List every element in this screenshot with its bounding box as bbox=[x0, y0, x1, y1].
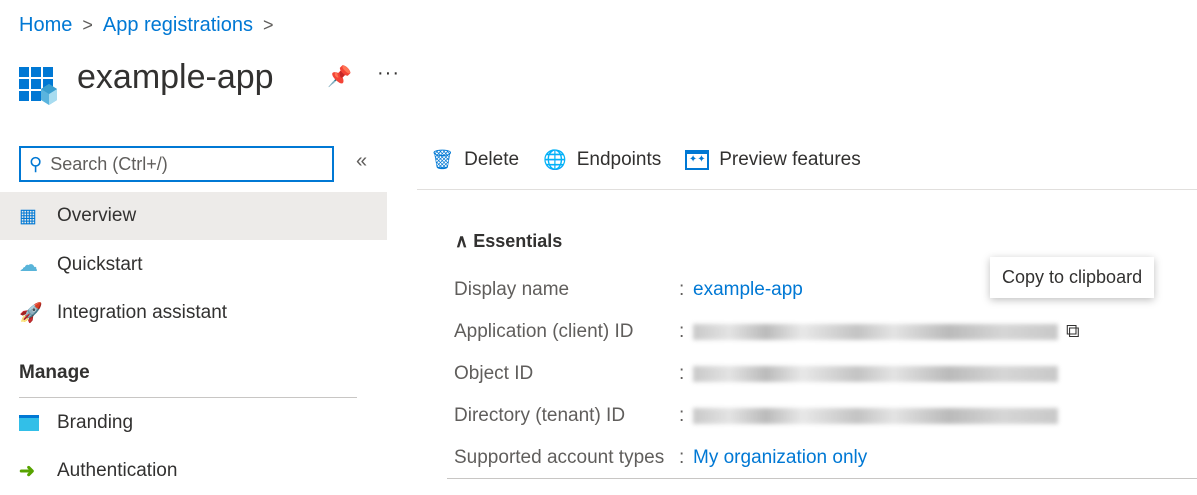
cloud-lightning-icon: ☁ bbox=[19, 254, 38, 276]
essentials-toggle[interactable]: ∧ Essentials bbox=[455, 231, 562, 252]
app-registration-icon bbox=[19, 67, 57, 105]
search-icon: ⚲ bbox=[29, 153, 43, 174]
sidebar-item-integration-assistant[interactable]: 🚀 Integration assistant bbox=[0, 289, 387, 337]
collapse-sidebar-icon[interactable]: « bbox=[356, 150, 367, 173]
search-input[interactable]: ⚲ Search (Ctrl+/) bbox=[19, 146, 334, 182]
chevron-right-icon: > bbox=[82, 15, 93, 35]
trash-icon: 🗑 bbox=[430, 150, 455, 171]
copy-icon[interactable]: ⧉ bbox=[1066, 321, 1080, 343]
pin-icon[interactable]: 📌 bbox=[327, 64, 352, 89]
toolbar: 🗑 Delete 🌐 Endpoints ✦✦ Preview features bbox=[430, 148, 861, 172]
www-icon bbox=[19, 415, 57, 431]
divider bbox=[447, 478, 1197, 479]
redacted-value bbox=[693, 366, 1058, 382]
manage-heading: Manage bbox=[19, 362, 90, 383]
object-id-row: Object ID: bbox=[454, 359, 1058, 389]
display-name-row: Display name: example-app bbox=[454, 279, 803, 301]
breadcrumb-home[interactable]: Home bbox=[19, 14, 72, 37]
sidebar-item-authentication[interactable]: ➜ Authentication bbox=[0, 447, 387, 495]
breadcrumb-app-registrations[interactable]: App registrations bbox=[103, 14, 253, 37]
sidebar-item-overview[interactable]: ▦ Overview bbox=[0, 192, 387, 240]
page-title: example-app bbox=[77, 58, 274, 96]
more-options-icon[interactable]: ··· bbox=[377, 62, 400, 85]
tenant-id-row: Directory (tenant) ID: bbox=[454, 401, 1058, 431]
sign-in-icon: ➜ bbox=[19, 460, 35, 482]
chevron-right-icon: > bbox=[262, 15, 274, 35]
display-name-link[interactable]: example-app bbox=[693, 279, 803, 301]
preview-icon: ✦✦ bbox=[685, 150, 710, 170]
redacted-value bbox=[693, 324, 1058, 340]
client-id-row: Application (client) ID: ⧉ bbox=[454, 321, 1080, 343]
breadcrumb: Home > App registrations > bbox=[19, 14, 273, 37]
divider bbox=[417, 189, 1197, 190]
account-types-row: Supported account types: My organization … bbox=[454, 447, 868, 469]
preview-features-button[interactable]: ✦✦ Preview features bbox=[685, 149, 861, 171]
delete-button[interactable]: 🗑 Delete bbox=[430, 148, 519, 172]
globe-icon: 🌐 bbox=[543, 150, 567, 171]
divider bbox=[19, 397, 357, 398]
app-grid-icon: ▦ bbox=[19, 205, 37, 227]
sidebar-item-branding[interactable]: Branding bbox=[0, 399, 387, 447]
redacted-value bbox=[693, 408, 1058, 424]
tooltip: Copy to clipboard bbox=[990, 257, 1155, 298]
endpoints-button[interactable]: 🌐 Endpoints bbox=[543, 148, 661, 172]
rocket-icon: 🚀 bbox=[19, 303, 43, 324]
sidebar-item-quickstart[interactable]: ☁ Quickstart bbox=[0, 241, 387, 289]
account-types-link[interactable]: My organization only bbox=[693, 447, 867, 469]
chevron-up-icon: ∧ bbox=[455, 231, 474, 251]
